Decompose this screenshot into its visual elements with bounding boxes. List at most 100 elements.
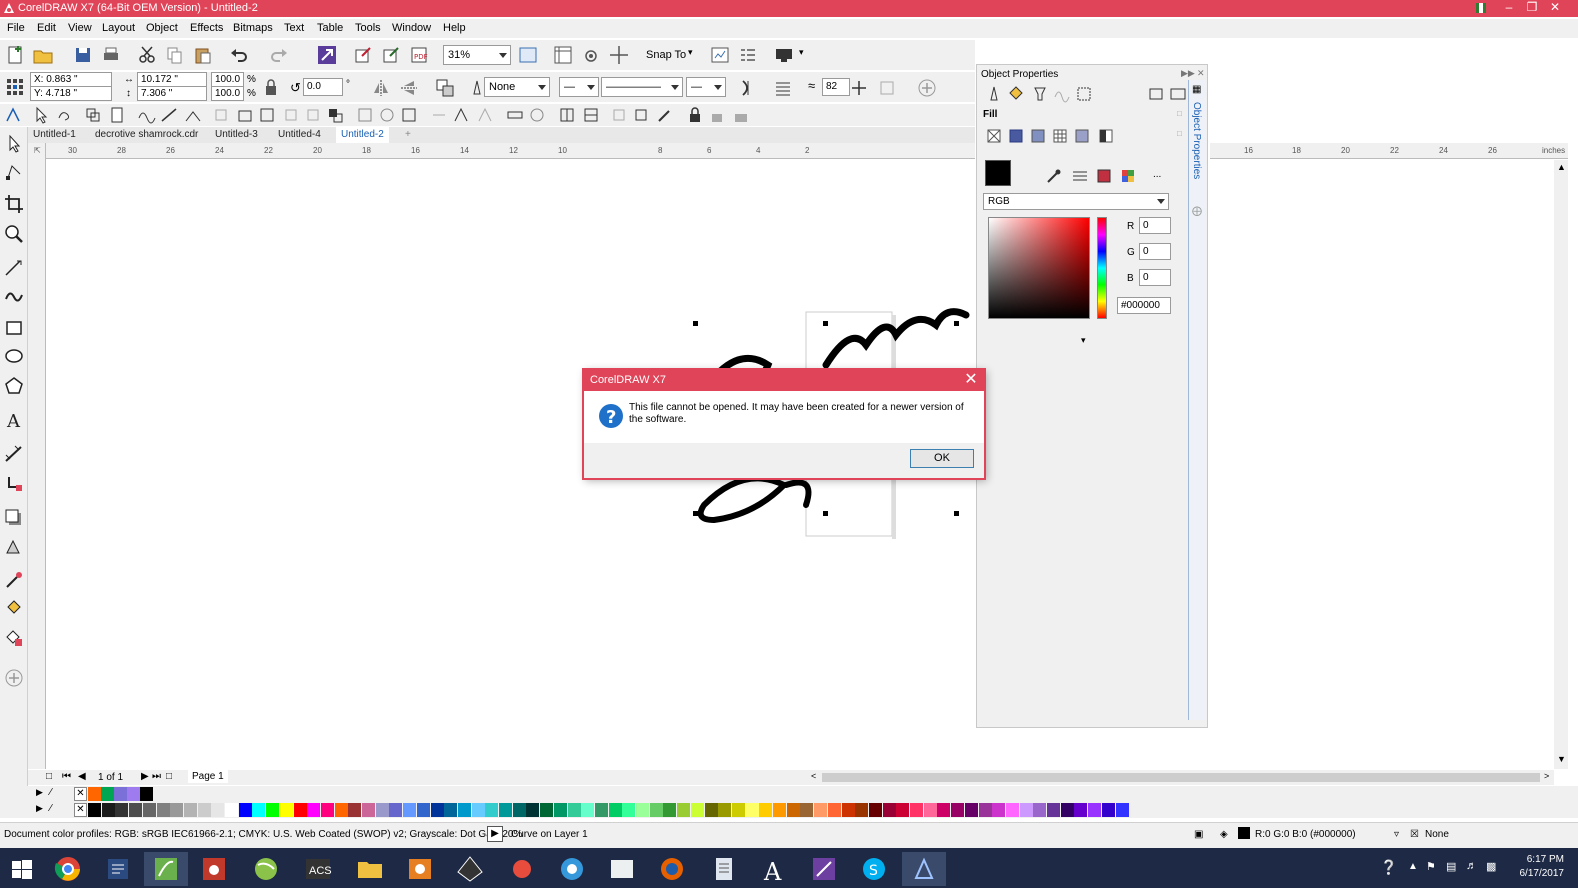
close-window-button[interactable]: ✕ <box>1542 0 1568 17</box>
palette-swatch[interactable] <box>1088 803 1102 817</box>
node-options-icon[interactable] <box>876 77 898 99</box>
no-fill-icon[interactable] <box>983 125 1005 147</box>
g-value-field[interactable]: 0 <box>1139 243 1171 260</box>
add-page-after-icon[interactable]: □ <box>166 771 172 782</box>
convert-to-line-icon[interactable] <box>158 104 180 126</box>
firefox-icon[interactable] <box>650 852 694 886</box>
file-explorer-icon[interactable] <box>348 852 392 886</box>
palette-swatch[interactable] <box>430 803 444 817</box>
paste-icon[interactable] <box>192 44 214 66</box>
ruler-corner-icon[interactable]: ⇱ <box>34 146 41 155</box>
fill-panel-expand-icon[interactable]: ▾ <box>1081 335 1086 346</box>
scale-height-field[interactable]: 100.0 <box>211 86 244 101</box>
color-profiles-text[interactable]: Document color profiles: RGB: sRGB IEC61… <box>4 829 522 840</box>
drop-shadow-icon[interactable] <box>3 507 25 529</box>
palette-swatch[interactable] <box>951 803 965 817</box>
brush-icon[interactable] <box>654 104 676 126</box>
palette-swatch[interactable] <box>307 803 321 817</box>
copy-icon[interactable] <box>164 44 186 66</box>
connector-tool-icon[interactable] <box>3 473 25 495</box>
palette-swatch[interactable] <box>471 803 485 817</box>
close-path-icon[interactable] <box>630 104 652 126</box>
menu-table[interactable]: Table <box>317 22 343 34</box>
r-value-field[interactable]: 0 <box>1139 217 1171 234</box>
palette-swatch[interactable] <box>444 803 458 817</box>
pattern-fill-icon[interactable] <box>1049 125 1071 147</box>
palette-swatch[interactable] <box>567 803 581 817</box>
extend-curve-icon[interactable] <box>280 104 302 126</box>
freehand-tool-icon[interactable] <box>3 257 25 279</box>
color-sliders-icon[interactable] <box>1069 165 1091 187</box>
palette-swatch[interactable] <box>1060 803 1074 817</box>
rotate-nodes-icon[interactable] <box>428 104 450 126</box>
elastic-mode-icon[interactable] <box>376 104 398 126</box>
color-model-combo[interactable]: RGB <box>983 193 1169 210</box>
network-tray-icon[interactable]: ▤ <box>1446 860 1456 873</box>
palette-swatch[interactable] <box>868 803 882 817</box>
volume-tray-icon[interactable]: ♬ <box>1466 860 1477 872</box>
reduce-nodes-icon[interactable] <box>526 104 548 126</box>
parallel-dimension-icon[interactable] <box>3 443 25 465</box>
unlock-object-icon[interactable] <box>706 104 728 126</box>
docker-tab-icon[interactable]: ▦ <box>1192 84 1201 95</box>
palette-swatch[interactable] <box>677 803 691 817</box>
palette-swatch[interactable] <box>362 803 375 817</box>
palette-swatch[interactable] <box>718 803 732 817</box>
current-fill-swatch[interactable] <box>985 160 1011 186</box>
application-launcher-icon[interactable] <box>737 44 759 66</box>
skype-icon[interactable]: S <box>852 852 896 886</box>
color-eyedropper-icon[interactable] <box>1043 165 1065 187</box>
menu-help[interactable]: Help <box>443 22 466 34</box>
curve-tab-icon[interactable] <box>1051 83 1073 105</box>
menu-text[interactable]: Text <box>284 22 304 34</box>
snap-to-label[interactable]: Snap To <box>646 49 686 61</box>
no-color-swatch[interactable]: ✕ <box>74 787 87 801</box>
document-palette-swatch[interactable] <box>114 787 127 801</box>
palette-swatch[interactable] <box>814 803 828 817</box>
palette-swatch[interactable] <box>800 803 814 817</box>
palette-swatch[interactable] <box>663 803 677 817</box>
snap-to-chevron-icon[interactable]: ▾ <box>688 47 693 58</box>
texture-fill-icon[interactable] <box>1071 125 1093 147</box>
break-apart-icon[interactable] <box>434 77 456 99</box>
color-palettes-icon[interactable] <box>1117 165 1139 187</box>
color-picker-area[interactable] <box>988 217 1090 319</box>
summary-tab-icon[interactable] <box>1167 83 1189 105</box>
menu-edit[interactable]: Edit <box>37 22 56 34</box>
fill-section-toggle-icon[interactable]: □ <box>1177 109 1182 118</box>
rectangle-tool-icon[interactable] <box>3 317 25 339</box>
horizontal-scroll-thumb[interactable] <box>822 773 1540 782</box>
transparency-tool-icon[interactable] <box>3 535 25 557</box>
palette-swatch[interactable] <box>923 803 937 817</box>
transparency-tab-icon[interactable] <box>1029 83 1051 105</box>
width-field[interactable]: 10.172 " <box>137 72 207 87</box>
vertical-scrollbar[interactable]: ▲ ▼ <box>1554 160 1568 769</box>
search-content-icon[interactable] <box>316 44 338 66</box>
palette-swatch[interactable] <box>156 803 170 817</box>
color-viewer-icon[interactable] <box>1093 165 1115 187</box>
select-pointer-icon[interactable] <box>30 104 52 126</box>
fountain-fill-icon[interactable] <box>1027 125 1049 147</box>
palette-swatch[interactable] <box>512 803 526 817</box>
font-app-icon[interactable]: A <box>752 852 796 886</box>
document-palette-swatch[interactable] <box>101 787 114 801</box>
paint-app-icon[interactable] <box>398 852 442 886</box>
ok-button[interactable]: OK <box>910 449 974 468</box>
redo-icon[interactable] <box>268 44 290 66</box>
docker-close-icon[interactable]: ✕ <box>1197 68 1205 79</box>
undo-icon[interactable] <box>228 44 250 66</box>
palette-swatch[interactable] <box>375 803 389 817</box>
close-curve-icon[interactable] <box>736 77 758 99</box>
palette-swatch[interactable] <box>526 803 540 817</box>
text-frame-tab-icon[interactable] <box>1073 83 1095 105</box>
docker-expand-icon[interactable]: ▶▶ <box>1181 68 1195 79</box>
new-document-icon[interactable] <box>4 44 26 66</box>
smoothing-slider-icon[interactable] <box>848 77 870 99</box>
zoom-tool-icon[interactable] <box>3 223 25 245</box>
palette-swatch[interactable] <box>882 803 896 817</box>
add-node-icon[interactable] <box>82 104 104 126</box>
palette-swatch[interactable] <box>1033 803 1047 817</box>
uniform-fill-icon[interactable] <box>1005 125 1027 147</box>
full-screen-preview-icon[interactable] <box>517 44 539 66</box>
publish-pdf-icon[interactable]: PDF <box>408 44 430 66</box>
